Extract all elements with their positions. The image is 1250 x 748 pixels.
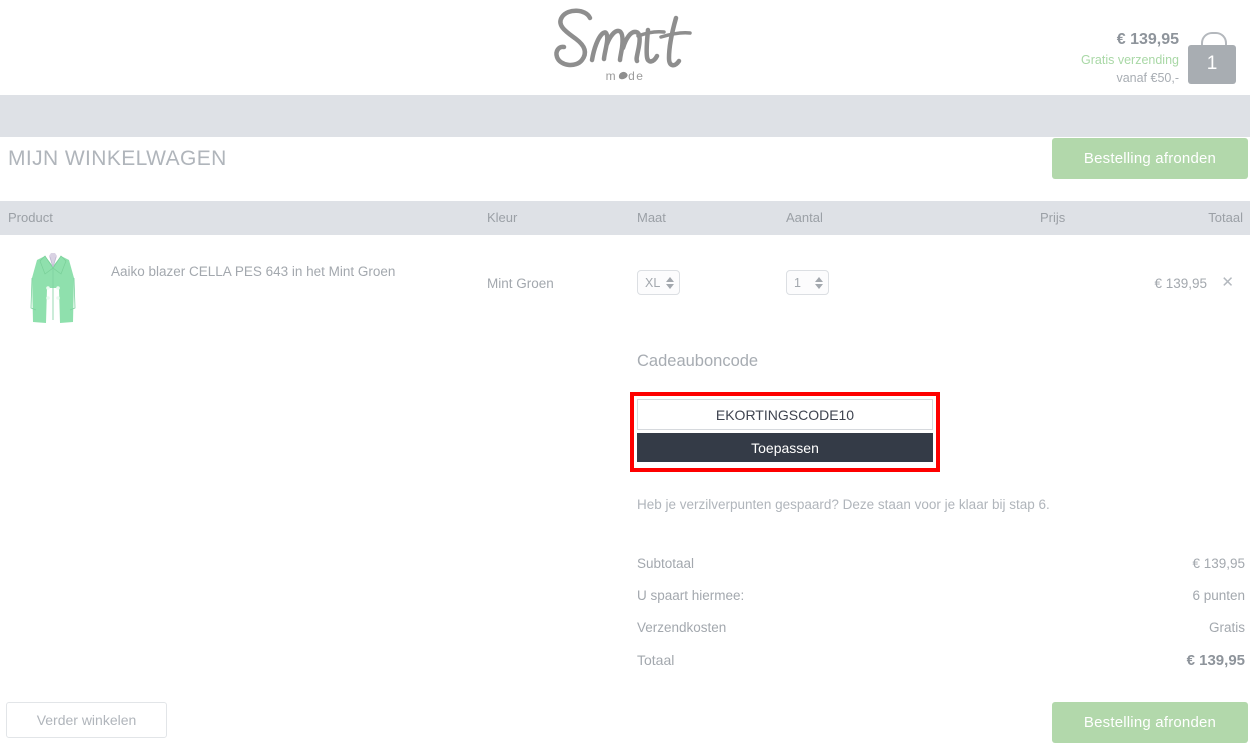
arrow-down-icon[interactable] — [815, 283, 823, 289]
cart-table-header: Product Kleur Maat Aantal Prijs Totaal — [0, 201, 1250, 235]
blazer-image — [23, 248, 83, 329]
logo-sub-before: m — [605, 69, 618, 83]
quantity-stepper[interactable]: 1 — [786, 270, 829, 295]
column-header-kleur: Kleur — [487, 210, 518, 225]
cart-title-row: MIJN WINKELWAGEN Bestelling afronden — [0, 137, 1250, 201]
gift-code-input[interactable] — [637, 399, 933, 430]
chevron-updown-icon[interactable] — [815, 276, 828, 289]
cart-text: € 139,95 Gratis verzending vanaf €50,- — [1081, 28, 1179, 87]
product-name[interactable]: Aaiko blazer CELLA PES 643 in het Mint G… — [111, 264, 395, 279]
checkout-button-top[interactable]: Bestelling afronden — [1052, 138, 1248, 179]
cart-summary[interactable]: € 139,95 Gratis verzending vanaf €50,- 1 — [1081, 28, 1250, 87]
checkout-button-bottom[interactable]: Bestelling afronden — [1052, 702, 1248, 743]
arrow-up-icon[interactable] — [666, 276, 674, 282]
summary-label: Verzendkosten — [637, 620, 727, 635]
column-header-aantal: Aantal — [786, 210, 823, 225]
logo-script-icon — [554, 8, 692, 68]
summary-row-points: U spaart hiermee: 6 punten — [637, 588, 1245, 620]
summary-value: € 139,95 — [1192, 556, 1245, 571]
product-color: Mint Groen — [487, 276, 554, 291]
summary-label: Subtotaal — [637, 556, 695, 571]
size-value: XL — [645, 275, 661, 290]
cart-total-price: € 139,95 — [1116, 31, 1179, 48]
remove-item-button[interactable]: ✕ — [1215, 272, 1240, 292]
leaf-icon — [617, 71, 628, 81]
cart-item-count: 1 — [1188, 44, 1236, 84]
arrow-up-icon[interactable] — [815, 276, 823, 282]
continue-shopping-button[interactable]: Verder winkelen — [6, 702, 167, 738]
product-row-total: € 139,95 — [1154, 276, 1207, 291]
main-navigation-bar[interactable] — [0, 95, 1250, 137]
cart-free-shipping-label: Gratis verzending — [1081, 53, 1179, 68]
summary-total-label: Totaal — [637, 652, 675, 668]
logo-sub-after: de — [628, 69, 645, 83]
product-thumbnail[interactable] — [23, 248, 83, 329]
page-title: MIJN WINKELWAGEN — [8, 147, 227, 170]
summary-label: U spaart hiermee: — [637, 588, 745, 603]
order-summary: Subtotaal € 139,95 U spaart hiermee: 6 p… — [637, 556, 1245, 684]
column-header-totaal: Totaal — [1208, 210, 1243, 225]
site-logo[interactable]: m de — [530, 4, 720, 90]
summary-total-value: € 139,95 — [1186, 652, 1245, 669]
gift-code-heading: Cadeauboncode — [637, 352, 759, 370]
size-select[interactable]: XL — [637, 270, 680, 295]
column-header-product: Product — [8, 210, 53, 225]
summary-value: 6 punten — [1192, 588, 1245, 603]
logo-subtitle: m de — [606, 69, 645, 83]
arrow-down-icon[interactable] — [666, 283, 674, 289]
cart-free-shipping-threshold: vanaf €50,- — [1116, 71, 1179, 86]
gift-code-highlight-box: Toepassen — [630, 392, 940, 472]
shopping-bag-icon[interactable]: 1 — [1188, 31, 1236, 84]
summary-row-subtotaal: Subtotaal € 139,95 — [637, 556, 1245, 588]
site-header: m de € 139,95 Gratis verzending vanaf €50… — [0, 0, 1250, 95]
table-row: Aaiko blazer CELLA PES 643 in het Mint G… — [0, 235, 1250, 340]
summary-row-total: Totaal € 139,95 — [637, 652, 1245, 684]
quantity-value: 1 — [794, 275, 801, 290]
column-header-maat: Maat — [637, 210, 666, 225]
summary-value: Gratis — [1208, 620, 1245, 635]
summary-row-shipping: Verzendkosten Gratis — [637, 620, 1245, 652]
chevron-updown-icon[interactable] — [666, 276, 679, 289]
loyalty-points-note: Heb je verzilverpunten gespaard? Deze st… — [637, 497, 1050, 512]
apply-gift-code-button[interactable]: Toepassen — [637, 433, 933, 462]
column-header-prijs: Prijs — [1040, 210, 1066, 225]
